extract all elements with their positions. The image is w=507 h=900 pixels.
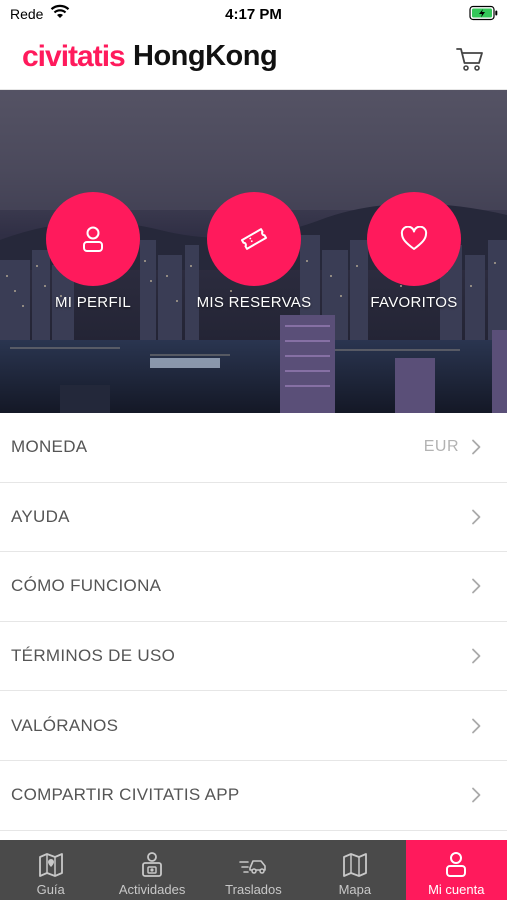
status-bar: Rede 4:17 PM (0, 0, 507, 28)
my-profile-label: MI PERFIL (54, 294, 132, 311)
clock: 4:17 PM (225, 6, 282, 23)
cart-icon[interactable] (455, 44, 485, 74)
my-bookings-label: MIS RESERVAS (196, 294, 312, 311)
favorites-button[interactable]: FAVORITOS (334, 192, 494, 311)
menu-item-terms[interactable]: TÉRMINOS DE USO (0, 621, 507, 692)
menu-item-currency[interactable]: MONEDA EUR (0, 413, 507, 483)
user-icon (83, 226, 103, 252)
favorites-circle[interactable] (367, 192, 461, 286)
battery-icon (469, 5, 498, 21)
tab-label: Mi cuenta (428, 882, 485, 897)
menu-item-label: AYUDA (11, 506, 70, 526)
tab-label: Traslados (225, 882, 282, 897)
heart-icon (400, 226, 428, 250)
tab-guide[interactable]: Guía (0, 840, 101, 900)
chevron-right-icon (472, 579, 481, 594)
tab-transfers[interactable]: Traslados (203, 840, 304, 900)
my-profile-circle[interactable] (46, 192, 140, 286)
tab-label: Mapa (338, 882, 372, 897)
app-header: civitatis HongKong (0, 28, 507, 90)
menu-item-share-app[interactable]: COMPARTIR CIVITATIS APP (0, 760, 507, 831)
map-guide-icon (38, 853, 63, 877)
chevron-right-icon (472, 718, 481, 734)
brand-logo: civitatis (22, 40, 126, 73)
menu-item-label: TÉRMINOS DE USO (11, 646, 176, 666)
tab-label: Guía (36, 882, 65, 897)
chevron-right-icon (472, 439, 481, 455)
activities-icon (142, 852, 162, 877)
tab-my-account[interactable]: Mi cuenta (405, 840, 507, 900)
my-bookings-circle[interactable] (207, 192, 301, 286)
tab-map[interactable]: Mapa (304, 840, 405, 900)
city-title: HongKong (133, 40, 278, 72)
account-icon (446, 852, 467, 877)
menu-item-label: CÓMO FUNCIONA (11, 576, 162, 596)
chevron-right-icon (472, 648, 481, 664)
menu-item-label: VALÓRANOS (11, 715, 119, 735)
transfers-icon (239, 860, 267, 874)
map-icon (342, 853, 367, 877)
ticket-icon (240, 228, 268, 250)
menu-item-help[interactable]: AYUDA (0, 482, 507, 553)
my-profile-button[interactable]: MI PERFIL (13, 192, 173, 311)
menu-item-label: COMPARTIR CIVITATIS APP (11, 785, 240, 805)
bottom-tab-bar: Guía Actividades Traslados Mapa Mi cuent… (0, 840, 507, 900)
hero-banner: MI PERFIL MIS RESERVAS FAVORITOS (0, 90, 507, 413)
menu-item-how-it-works[interactable]: CÓMO FUNCIONA (0, 552, 507, 622)
currency-value: EUR (423, 438, 459, 456)
tab-label: Actividades (118, 882, 186, 897)
favorites-label: FAVORITOS (370, 294, 458, 311)
tab-activities[interactable]: Actividades (101, 840, 202, 900)
settings-menu: MONEDA EUR AYUDA CÓMO FUNCIONA TÉRMINOS … (0, 413, 507, 831)
chevron-right-icon (472, 787, 481, 803)
my-bookings-button[interactable]: MIS RESERVAS (174, 192, 334, 311)
chevron-right-icon (472, 509, 481, 525)
menu-item-label: MONEDA (11, 437, 88, 457)
menu-item-rate-us[interactable]: VALÓRANOS (0, 691, 507, 761)
